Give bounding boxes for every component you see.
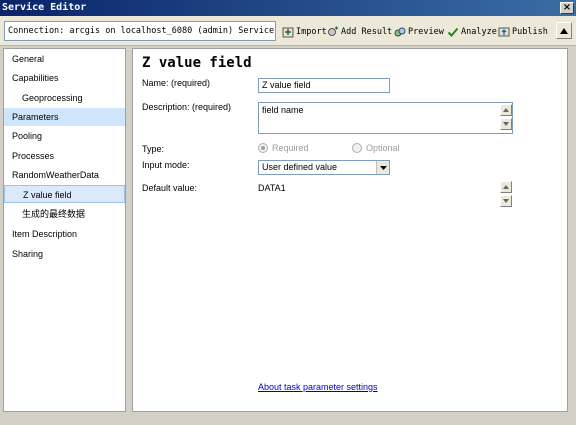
name-field[interactable]: Z value field bbox=[258, 78, 390, 93]
arrow-down-icon bbox=[503, 122, 509, 126]
sidebar-item-pooling[interactable]: Pooling bbox=[4, 127, 125, 145]
window-title: Service Editor bbox=[2, 2, 87, 13]
radio-unselected-icon bbox=[352, 143, 362, 153]
close-icon: × bbox=[562, 2, 572, 13]
input-mode-select[interactable]: User defined value bbox=[258, 160, 390, 175]
import-button[interactable]: Import bbox=[282, 24, 327, 40]
check-icon bbox=[447, 27, 459, 37]
analyze-label: Analyze bbox=[461, 27, 497, 37]
type-label: Type: bbox=[142, 144, 165, 154]
sidebar-item-item-description[interactable]: Item Description bbox=[4, 225, 125, 243]
preview-button[interactable]: Preview bbox=[394, 24, 444, 40]
type-required-label: Required bbox=[272, 143, 309, 153]
analyze-button[interactable]: Analyze bbox=[447, 24, 497, 40]
connection-field[interactable]: Connection: arcgis on localhost_6080 (ad… bbox=[4, 21, 276, 41]
scroll-up-button[interactable] bbox=[500, 104, 512, 116]
publish-button[interactable]: Publish bbox=[498, 24, 548, 40]
default-value-scroll bbox=[500, 181, 512, 209]
name-label: Name: (required) bbox=[142, 78, 211, 88]
close-button[interactable]: × bbox=[560, 2, 574, 14]
sidebar-item-capabilities[interactable]: Capabilities bbox=[4, 69, 125, 87]
sidebar-item-processes[interactable]: Processes bbox=[4, 147, 125, 165]
sidebar-item-randomweatherdata[interactable]: RandomWeatherData bbox=[4, 166, 125, 184]
add-result-button[interactable]: Add Result bbox=[327, 24, 392, 40]
scroll-down-button[interactable] bbox=[500, 118, 512, 130]
import-icon bbox=[282, 27, 294, 38]
add-result-icon bbox=[328, 26, 338, 36]
input-mode-value: User defined value bbox=[262, 162, 338, 172]
add-result-label: Add Result bbox=[341, 27, 393, 37]
triangle-up-icon bbox=[560, 27, 568, 34]
publish-icon bbox=[498, 27, 510, 37]
default-scroll-up-button[interactable] bbox=[500, 181, 512, 193]
title-bar: Service Editor × bbox=[0, 0, 576, 16]
main-panel: Z value field Name: (required) Z value f… bbox=[132, 48, 568, 412]
default-value-label: Default value: bbox=[142, 183, 198, 193]
type-optional-radio[interactable]: Optional bbox=[352, 143, 400, 153]
import-label: Import bbox=[296, 27, 327, 37]
sidebar: General Capabilities Geoprocessing Param… bbox=[3, 48, 126, 412]
page-title: Z value field bbox=[142, 55, 252, 71]
description-field[interactable]: field name bbox=[258, 102, 513, 134]
preview-icon bbox=[394, 27, 406, 37]
sidebar-item-geoprocessing[interactable]: Geoprocessing bbox=[4, 89, 125, 107]
arrow-up-icon bbox=[503, 108, 509, 112]
sidebar-item-final-data[interactable]: 生成的最终数据 bbox=[4, 205, 125, 223]
radio-selected-icon bbox=[258, 143, 268, 153]
collapse-button[interactable] bbox=[556, 22, 572, 39]
default-scroll-down-button[interactable] bbox=[500, 195, 512, 207]
dropdown-arrow-icon bbox=[376, 161, 389, 174]
description-label: Description: (required) bbox=[142, 102, 232, 112]
toolbar: Connection: arcgis on localhost_6080 (ad… bbox=[0, 16, 576, 46]
publish-label: Publish bbox=[512, 27, 548, 37]
input-mode-label: Input mode: bbox=[142, 160, 190, 170]
sidebar-item-general[interactable]: General bbox=[4, 50, 125, 68]
type-required-radio[interactable]: Required bbox=[258, 143, 309, 153]
sidebar-item-sharing[interactable]: Sharing bbox=[4, 245, 125, 263]
arrow-down-icon bbox=[503, 199, 509, 203]
help-link[interactable]: About task parameter settings bbox=[258, 382, 378, 392]
preview-label: Preview bbox=[408, 27, 444, 37]
arrow-up-icon bbox=[503, 185, 509, 189]
sidebar-item-z-value-field[interactable]: Z value field bbox=[4, 185, 125, 203]
sidebar-item-parameters[interactable]: Parameters bbox=[4, 108, 125, 126]
type-optional-label: Optional bbox=[366, 143, 400, 153]
description-scroll bbox=[500, 104, 512, 132]
default-value-text[interactable]: DATA1 bbox=[258, 183, 286, 193]
